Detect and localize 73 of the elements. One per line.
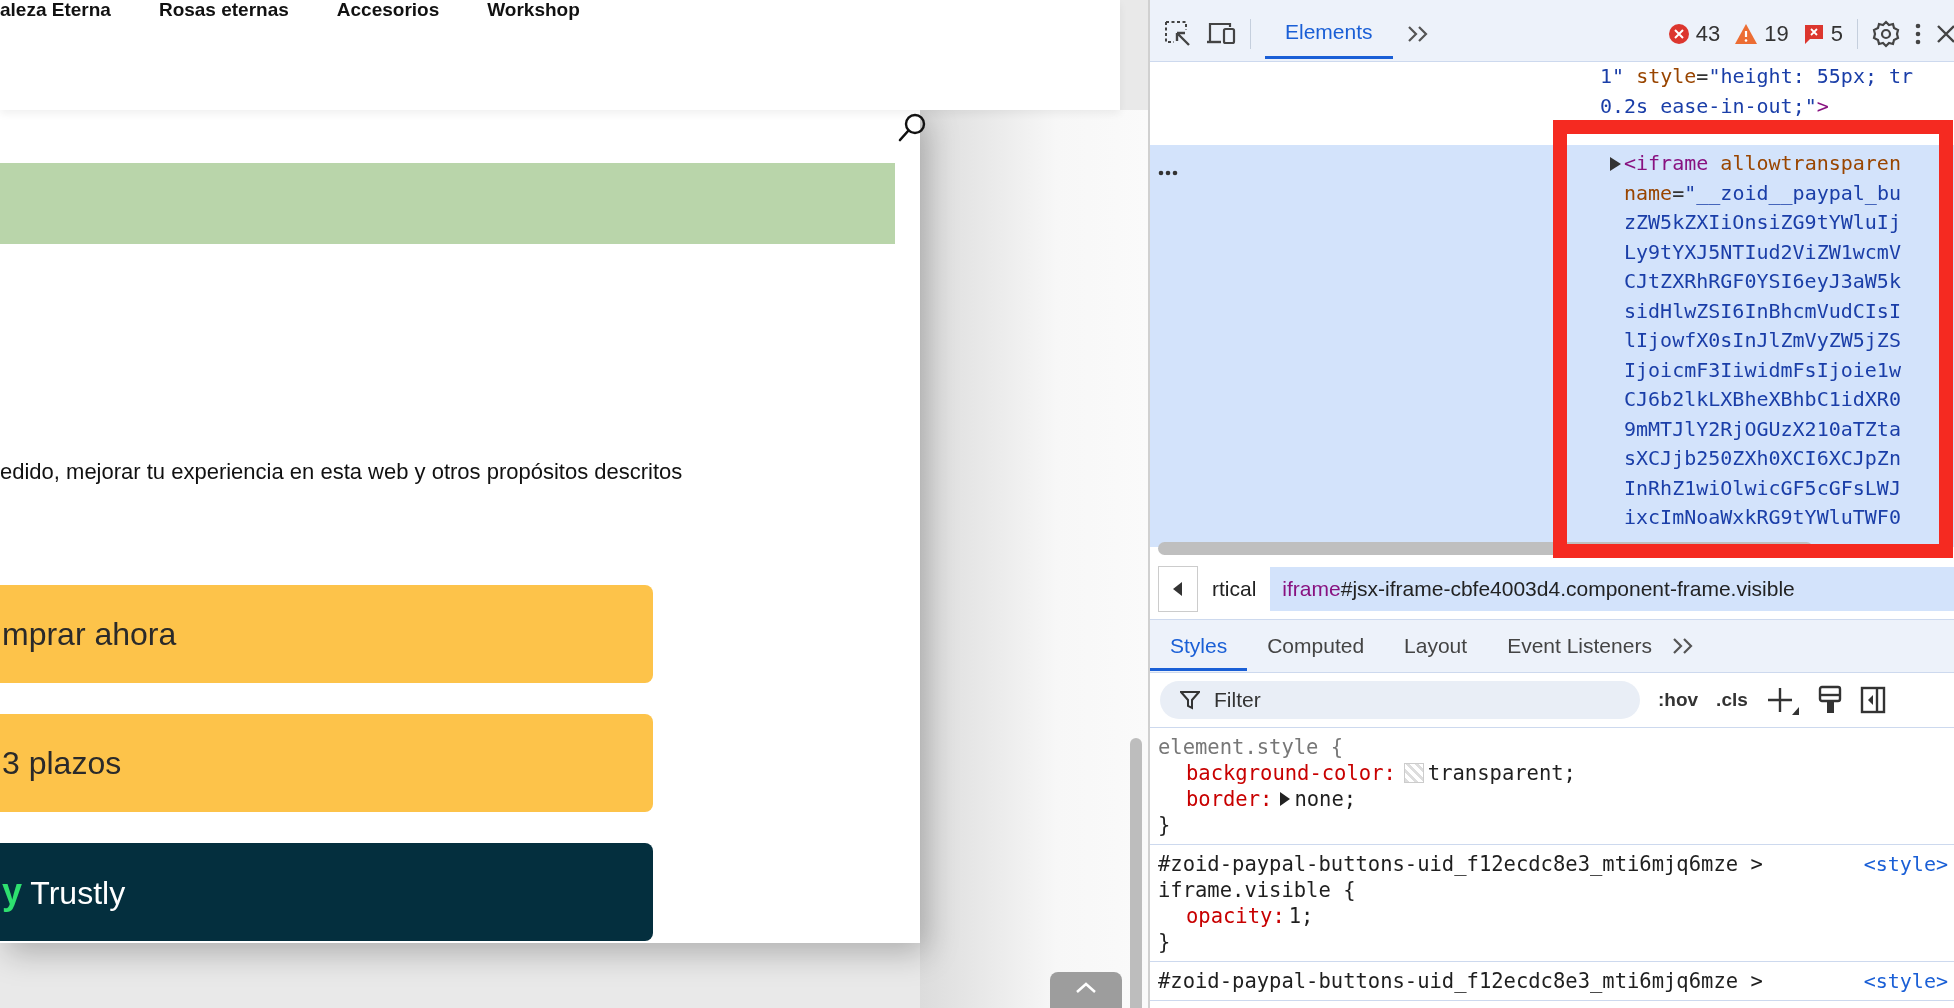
- css-value[interactable]: 1;: [1288, 903, 1314, 929]
- caret-left-icon: [1173, 582, 1183, 596]
- expand-arrow-icon[interactable]: [1610, 157, 1621, 171]
- css-brace: }: [1158, 929, 1171, 955]
- search-icon[interactable]: [897, 112, 927, 144]
- toggle-link[interactable]: .cls: [1716, 689, 1748, 711]
- source-link[interactable]: <style>: [1863, 851, 1948, 877]
- css-property[interactable]: background-color:: [1186, 760, 1396, 786]
- css-property[interactable]: border:: [1186, 786, 1273, 812]
- sidebar-tab[interactable]: Computed: [1247, 621, 1385, 671]
- dom-code-line[interactable]: InRhZ1wiOlwicGF5cGFsLWJ: [1624, 475, 1901, 500]
- sidebar-toggle-icon[interactable]: [1859, 686, 1886, 714]
- nav-link[interactable]: aleza Eterna: [0, 0, 111, 20]
- css-property[interactable]: opacity:: [1186, 903, 1285, 929]
- filter-icon: [1180, 690, 1200, 710]
- issue-count[interactable]: 5: [1830, 20, 1843, 47]
- payment-button[interactable]: y Trustly: [0, 843, 653, 941]
- sidebar-tab[interactable]: Event Listeners: [1487, 621, 1672, 671]
- panel-tab[interactable]: Elements: [1265, 8, 1393, 59]
- issue-icon[interactable]: [1802, 22, 1825, 45]
- css-value[interactable]: none;: [1294, 786, 1357, 812]
- dom-code-line[interactable]: 1" style="height: 55px; tr: [1600, 64, 1914, 88]
- css-value[interactable]: transparent;: [1427, 760, 1576, 786]
- close-icon[interactable]: [1936, 22, 1954, 45]
- dom-code-line[interactable]: ixcImNoaWxkRG9tYWluTWF0: [1624, 505, 1901, 529]
- filter-box[interactable]: Filter: [1160, 681, 1640, 719]
- sidebar-tab[interactable]: Layout: [1384, 621, 1488, 671]
- dom-code-line[interactable]: <iframe allowtransparen: [1624, 151, 1901, 175]
- css-brace: }: [1158, 812, 1171, 838]
- menu-icon[interactable]: [1914, 21, 1922, 46]
- dom-code-line[interactable]: lIjowfX0sInJlZmVyZW5jZS: [1624, 328, 1901, 352]
- payment-button[interactable]: 3 plazos: [0, 714, 653, 812]
- error-count[interactable]: 43: [1695, 20, 1721, 47]
- error-icon[interactable]: [1667, 22, 1690, 45]
- scroll-left-button[interactable]: [1158, 566, 1198, 612]
- dom-code-line[interactable]: sXCJjb250ZXh0XCI6XCJpZn: [1624, 446, 1901, 470]
- css-selector: #zoid-paypal-buttons-uid_f12ecdc8e3_mti6mjq6mze >: [1158, 968, 1763, 994]
- color-swatch[interactable]: [1403, 763, 1424, 783]
- expand-arrow-icon[interactable]: [1280, 792, 1291, 806]
- consent-text: edido, mejorar tu experiencia en esta web y otros propósitos descritos: [0, 459, 684, 485]
- dom-code-line[interactable]: zZW5kZXIiOnsiZG9tYWluIj: [1624, 210, 1901, 234]
- paint-brush-icon[interactable]: [1817, 685, 1842, 715]
- toggle-link[interactable]: :hov: [1658, 689, 1699, 711]
- sidebar-tab[interactable]: Styles: [1150, 621, 1248, 671]
- nav-link[interactable]: Accesorios: [336, 0, 440, 20]
- warning-count[interactable]: 19: [1764, 20, 1789, 47]
- dom-code-line[interactable]: 0.2s ease-in-out;">: [1600, 93, 1829, 118]
- scrollbar[interactable]: [1130, 738, 1142, 1008]
- device-toolbar-icon[interactable]: [1206, 20, 1236, 47]
- dom-code-line[interactable]: 9mMTJlY2RjOGUzX210aTZta: [1624, 416, 1901, 441]
- more-tabs-icon[interactable]: [1671, 637, 1694, 655]
- breadcrumb[interactable]: rtical: [1206, 567, 1263, 611]
- dom-code-line[interactable]: sidHlwZSI6InBhcmVudCIsI: [1624, 298, 1901, 323]
- dom-code-line[interactable]: CJtZXRhRGF0YSI6eyJ3aW5k: [1624, 269, 1901, 293]
- breadcrumb[interactable]: iframe#jsx-iframe-cbfe4003d4.component-frame.visible: [1270, 567, 1954, 611]
- filter-field[interactable]: Filter: [1212, 687, 1596, 713]
- chevron-up-icon: [1074, 980, 1098, 994]
- dom-code-line[interactable]: IjoicmF3IiwidmFsIjoie1w: [1624, 357, 1901, 382]
- css-selector: iframe.visible {: [1158, 877, 1356, 903]
- settings-icon[interactable]: [1872, 19, 1900, 48]
- dom-code-line[interactable]: CJ6b2lkLXBheXBhbC1idXR0: [1624, 387, 1901, 411]
- warning-icon[interactable]: [1734, 22, 1759, 45]
- dom-code-line[interactable]: name="__zoid__paypal_bu: [1624, 180, 1901, 205]
- nav-link[interactable]: Rosas eternas: [158, 0, 289, 20]
- css-selector: element.style {: [1158, 734, 1344, 760]
- inspect-icon[interactable]: [1164, 19, 1192, 48]
- add-icon[interactable]: [1765, 685, 1800, 715]
- nav-link[interactable]: Workshop: [487, 0, 580, 20]
- more-tabs-icon[interactable]: [1406, 24, 1429, 43]
- dom-code-line[interactable]: Ly9tYXJ5NTIud2ViZW1wcmV: [1624, 239, 1901, 264]
- payment-button[interactable]: mprar ahora: [0, 585, 653, 683]
- css-selector: #zoid-paypal-buttons-uid_f12ecdc8e3_mti6mjq6mze >: [1158, 851, 1763, 877]
- source-link[interactable]: <style>: [1863, 968, 1948, 994]
